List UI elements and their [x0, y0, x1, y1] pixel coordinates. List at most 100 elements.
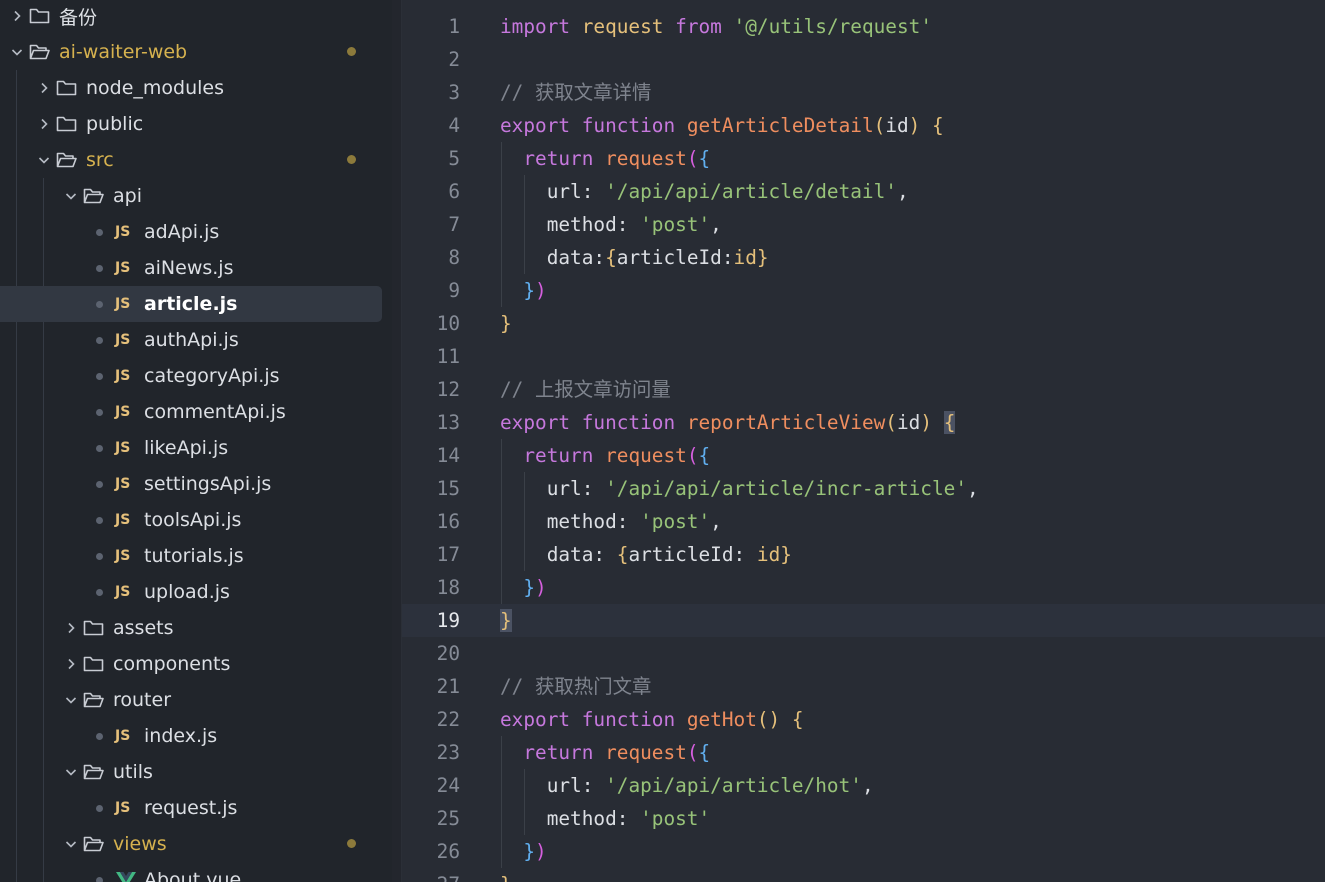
code-line[interactable]: 5 return request({ — [402, 142, 1325, 175]
code-editor[interactable]: 1 import request from '@/utils/request' 2 3… — [402, 0, 1325, 882]
code-line[interactable]: 26 }) — [402, 835, 1325, 868]
chevron-down-icon[interactable] — [59, 682, 83, 718]
tree-folder-views[interactable]: views — [0, 826, 382, 862]
tree-file-request-js[interactable]: JS request.js — [0, 790, 382, 826]
code-line[interactable]: 9 }) — [402, 274, 1325, 307]
folder-icon — [29, 0, 51, 34]
tree-file-about-vue[interactable]: About.vue — [0, 862, 382, 882]
code-token: request — [605, 741, 687, 764]
tree-file-toolsapi-js[interactable]: JS toolsApi.js — [0, 502, 382, 538]
chevron-right-icon[interactable] — [32, 106, 56, 142]
chevron-right-icon[interactable] — [59, 646, 83, 682]
tree-file-categoryapi-js[interactable]: JS categoryApi.js — [0, 358, 382, 394]
chevron-down-icon[interactable] — [59, 178, 83, 214]
code-token: { — [605, 246, 617, 269]
code-line[interactable]: 27} — [402, 868, 1325, 882]
code-line[interactable]: 7 method: 'post', — [402, 208, 1325, 241]
chevron-down-icon[interactable] — [59, 826, 83, 862]
line-number: 6 — [448, 180, 460, 203]
tree-file-authapi-js[interactable]: JS authApi.js — [0, 322, 382, 358]
code-line[interactable]: 25 method: 'post' — [402, 802, 1325, 835]
code-line[interactable]: 2 — [402, 43, 1325, 76]
chevron-down-icon[interactable] — [59, 754, 83, 790]
tree-item-label: commentApi.js — [144, 401, 286, 423]
code-line[interactable]: 10} — [402, 307, 1325, 340]
tree-folder-api[interactable]: api — [0, 178, 382, 214]
code-line[interactable]: 3 // 获取文章详情 — [402, 76, 1325, 109]
folder-icon — [56, 106, 78, 142]
code-token: ) — [535, 840, 547, 863]
tree-file-ainews-js[interactable]: JS aiNews.js — [0, 250, 382, 286]
explorer-resize-handle[interactable] — [392, 0, 402, 882]
code-line[interactable]: 8 data:{articleId:id} — [402, 241, 1325, 274]
code-token: : — [616, 807, 641, 830]
tree-file-likeapi-js[interactable]: JS likeApi.js — [0, 430, 382, 466]
code-line[interactable]: 11 — [402, 340, 1325, 373]
code-line[interactable]: 14 return request({ — [402, 439, 1325, 472]
code-line[interactable]: 12 // 上报文章访问量 — [402, 373, 1325, 406]
file-bullet-icon — [96, 516, 103, 524]
tree-item-label: request.js — [144, 797, 238, 819]
tree-folder-backup[interactable]: 备份 — [0, 0, 382, 34]
code-line[interactable]: 13 export function reportArticleView(id) … — [402, 406, 1325, 439]
tree-folder-assets[interactable]: assets — [0, 610, 382, 646]
code-token: data — [546, 543, 594, 566]
code-text: url: '/api/api/article/hot', — [500, 769, 874, 802]
tree-file-settingsapi-js[interactable]: JS settingsApi.js — [0, 466, 382, 502]
tree-folder-utils[interactable]: utils — [0, 754, 382, 790]
chevron-right-icon[interactable] — [5, 0, 29, 34]
tree-file-adapi-js[interactable]: JS adApi.js — [0, 214, 382, 250]
tree-folder-router[interactable]: router — [0, 682, 382, 718]
code-line[interactable]: 6 url: '/api/api/article/detail', — [402, 175, 1325, 208]
tree-folder-node-modules[interactable]: node_modules — [0, 70, 382, 106]
code-line[interactable]: 4 export function getArticleDetail(id) { — [402, 109, 1325, 142]
tree-folder-components[interactable]: components — [0, 646, 382, 682]
code-token: : — [616, 213, 641, 236]
tree-item-label: article.js — [144, 293, 238, 315]
folder-open-icon — [83, 178, 105, 214]
code-line[interactable]: 18 }) — [402, 571, 1325, 604]
code-token: 'post' — [640, 510, 711, 533]
code-line[interactable]: 20 — [402, 637, 1325, 670]
line-number: 27 — [402, 868, 460, 882]
code-token: ) — [535, 279, 547, 302]
code-line[interactable]: 15 url: '/api/api/article/incr-article', — [402, 472, 1325, 505]
code-line[interactable]: 17 data: {articleId: id} — [402, 538, 1325, 571]
code-token: ) — [920, 411, 933, 434]
tree-item-label: components — [113, 653, 231, 675]
code-line[interactable]: 22 export function getHot() { — [402, 703, 1325, 736]
tree-folder-public[interactable]: public — [0, 106, 382, 142]
code-text: data: {articleId: id} — [500, 538, 792, 571]
tree-file-article-js[interactable]: JS article.js — [0, 286, 382, 322]
code-line[interactable]: 19} — [402, 604, 1325, 637]
code-token: function — [581, 411, 676, 434]
code-line[interactable]: 24 url: '/api/api/article/hot', — [402, 769, 1325, 802]
code-token: data — [546, 246, 594, 269]
chevron-right-icon[interactable] — [59, 610, 83, 646]
code-line[interactable]: 1 import request from '@/utils/request' — [402, 10, 1325, 43]
tree-file-index-js[interactable]: JS index.js — [0, 718, 382, 754]
chevron-down-icon[interactable] — [32, 142, 56, 178]
tree-folder-src[interactable]: src — [0, 142, 382, 178]
chevron-right-icon[interactable] — [32, 70, 56, 106]
code-token: { — [791, 708, 804, 731]
tree-file-commentapi-js[interactable]: JS commentApi.js — [0, 394, 382, 430]
tree-file-tutorials-js[interactable]: JS tutorials.js — [0, 538, 382, 574]
code-line[interactable]: 23 return request({ — [402, 736, 1325, 769]
chevron-down-icon[interactable] — [5, 34, 29, 70]
code-token: '/api/api/article/incr-article' — [605, 477, 967, 500]
tree-folder-ai-waiter-web[interactable]: ai-waiter-web — [0, 34, 382, 70]
code-line[interactable]: 21 // 获取热门文章 — [402, 670, 1325, 703]
javascript-file-icon: JS — [115, 368, 131, 384]
tree-file-upload-js[interactable]: JS upload.js — [0, 574, 382, 610]
code-line[interactable]: 16 method: 'post', — [402, 505, 1325, 538]
git-modified-dot — [347, 839, 356, 848]
